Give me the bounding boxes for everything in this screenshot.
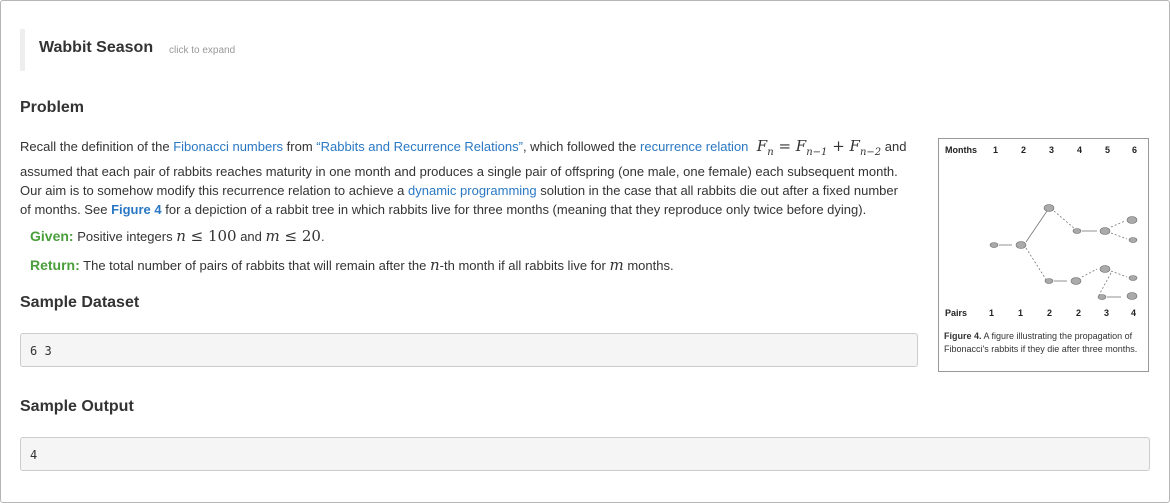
- sample-dataset-value[interactable]: 6 3: [30, 344, 52, 358]
- given-label: Given:: [30, 228, 74, 244]
- return-line: Return: The total number of pairs of rab…: [30, 256, 674, 274]
- problem-title[interactable]: Wabbit Season: [39, 39, 153, 57]
- sample-dataset-box[interactable]: 6 3: [20, 333, 918, 367]
- month-number: 2: [1021, 145, 1027, 155]
- dynamic-programming-link[interactable]: dynamic programming: [408, 183, 537, 198]
- sample-output-box[interactable]: 4: [20, 437, 1150, 471]
- month-number: 4: [1077, 145, 1083, 155]
- pairs-count: 3: [1104, 308, 1110, 318]
- recurrence-relation-link[interactable]: recurrence relation: [640, 139, 748, 154]
- months-label: Months: [945, 145, 977, 155]
- figure-4: Months 1 2 3 4 5 6 Pairs 1 1 2 2 3 4 Fig…: [938, 138, 1149, 372]
- pairs-count: 1: [989, 308, 995, 318]
- pairs-count: 1: [1018, 308, 1024, 318]
- problem-title-bar[interactable]: Wabbit Season click to expand: [20, 29, 325, 71]
- return-label: Return:: [30, 257, 80, 273]
- fibonacci-numbers-link[interactable]: Fibonacci numbers: [173, 139, 283, 154]
- figure-4-link[interactable]: Figure 4: [111, 202, 162, 217]
- given-line: Given: Positive integers n ≤ 100 and m ≤…: [30, 227, 325, 245]
- problem-paragraph-2: Our aim is to somehow modify this recurr…: [20, 183, 898, 217]
- problem-paragraph-1: Recall the definition of the Fibonacci n…: [20, 137, 907, 179]
- pairs-count: 2: [1047, 308, 1053, 318]
- pairs-count: 2: [1076, 308, 1082, 318]
- sample-output-heading: Sample Output: [20, 398, 134, 415]
- pairs-label: Pairs: [945, 308, 968, 318]
- sample-output-value[interactable]: 4: [30, 448, 37, 462]
- pairs-count: 4: [1131, 308, 1137, 318]
- figure-caption: Figure 4. A figure illustrating the prop…: [944, 331, 1138, 354]
- expand-hint[interactable]: click to expand: [169, 45, 235, 56]
- rabbits-recurrence-link[interactable]: “Rabbits and Recurrence Relations”: [316, 139, 523, 154]
- month-number: 5: [1105, 145, 1111, 155]
- month-number: 1: [993, 145, 999, 155]
- rabbit-tree-diagram: [989, 204, 1138, 300]
- problem-heading: Problem: [20, 99, 85, 116]
- sample-dataset-heading: Sample Dataset: [20, 294, 140, 311]
- month-number: 3: [1049, 145, 1055, 155]
- month-number: 6: [1132, 145, 1138, 155]
- recurrence-formula: Fn = Fn−1 + Fn−2: [752, 137, 882, 158]
